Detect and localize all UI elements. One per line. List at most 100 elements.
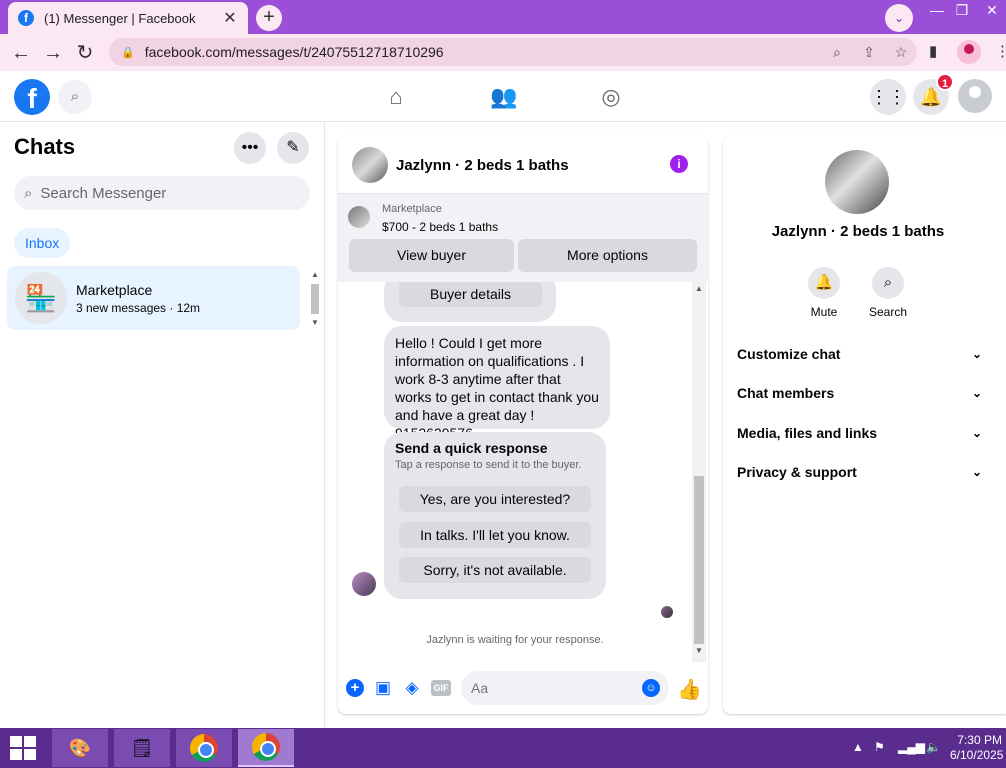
tab-search-chevron-icon[interactable]: ⌄ [885, 4, 913, 32]
chats-title: Chats [14, 134, 76, 159]
inbox-tab[interactable]: Inbox [14, 228, 71, 258]
conversation-panel: Jazlynn · 2 beds 1 baths i Marketplace $… [338, 136, 708, 714]
quick-response-sorry-button[interactable]: Sorry, it's not available. [399, 557, 591, 583]
privacy-support-row[interactable]: Privacy & support ⌄ [737, 460, 982, 484]
plus-icon[interactable]: + [346, 679, 364, 697]
chrome-icon [190, 734, 218, 762]
info-icon[interactable]: i [670, 155, 688, 173]
facebook-logo-icon[interactable]: f [14, 79, 50, 115]
row-label: Chat members [737, 385, 835, 401]
info-name: Jazlynn · 2 beds 1 baths [771, 223, 945, 240]
back-icon[interactable]: ← [8, 40, 34, 66]
chrome-active-app-icon[interactable] [238, 729, 294, 767]
chat-options-icon[interactable]: ••• [234, 132, 266, 164]
conversation-avatar[interactable] [352, 147, 388, 183]
message-input[interactable] [461, 671, 669, 705]
chat-item-name: Marketplace [76, 282, 153, 298]
messenger-search-input[interactable]: ⌕ Search Messenger [14, 176, 310, 210]
side-panel-icon[interactable]: ▮ [929, 42, 937, 60]
buyer-details-button[interactable]: Buyer details [399, 282, 542, 307]
mute-button[interactable]: 🔔 Mute [794, 267, 854, 319]
new-message-icon[interactable]: ✎ [277, 132, 309, 164]
scroll-up-icon[interactable]: ▲ [695, 284, 703, 293]
view-buyer-button[interactable]: View buyer [349, 239, 514, 272]
scroll-down-icon[interactable]: ▼ [695, 646, 703, 655]
url-text: facebook.com/messages/t/2407551271871029… [144, 44, 444, 60]
media-files-row[interactable]: Media, files and links ⌄ [737, 421, 982, 445]
new-tab-button[interactable]: + [256, 5, 282, 31]
browser-toolbar: ← → ↻ 🔒 facebook.com/messages/t/24075512… [0, 34, 1006, 71]
browser-menu-icon[interactable]: ⋮ [995, 42, 1006, 60]
scrollbar-thumb[interactable] [311, 284, 319, 314]
search-icon: ⌕ [872, 267, 904, 299]
scroll-down-icon[interactable]: ▼ [311, 318, 319, 327]
search-icon: ⌕ [24, 184, 33, 202]
flag-icon[interactable]: ⚑ [874, 740, 885, 754]
bookmark-star-icon[interactable]: ☆ [885, 44, 917, 61]
windows-start-icon[interactable] [10, 736, 38, 762]
address-bar[interactable]: 🔒 facebook.com/messages/t/24075512718710… [109, 38, 917, 66]
chevron-down-icon: ⌄ [971, 426, 982, 440]
sticky-notes-app-icon[interactable]: 🗒 [114, 729, 170, 767]
quick-response-yes-button[interactable]: Yes, are you interested? [399, 486, 591, 512]
emoji-icon[interactable]: ☺ [642, 679, 660, 697]
listing-thumbnail [348, 206, 370, 228]
quick-response-talks-button[interactable]: In talks. I'll let you know. [399, 522, 591, 548]
browser-tab-bar: f (1) Messenger | Facebook ✕ + ⌄ — ❐ ✕ [0, 0, 1006, 34]
scrollbar-thumb[interactable] [694, 476, 704, 644]
window-close-icon[interactable]: ✕ [980, 2, 1004, 19]
notification-badge: 1 [936, 73, 954, 91]
paint-app-icon[interactable]: 🎨 [52, 729, 108, 767]
facebook-search-icon[interactable]: ⌕ [58, 80, 92, 114]
tab-close-icon[interactable]: ✕ [222, 8, 238, 28]
tray-overflow-icon[interactable]: ▲ [852, 740, 864, 754]
network-icon[interactable]: ▂▄▆ [898, 740, 925, 754]
menu-grid-icon[interactable]: ⋮⋮ [870, 79, 906, 115]
photo-icon[interactable]: ▣ [373, 678, 393, 698]
reload-icon[interactable]: ↻ [72, 40, 98, 66]
clock-date: 6/10/2025 [950, 748, 1004, 762]
restore-icon[interactable]: ❐ [950, 2, 974, 19]
home-icon[interactable]: ⌂ [382, 83, 410, 111]
thumbs-up-icon[interactable]: 👍 [677, 677, 702, 702]
system-clock[interactable]: 7:30 PM 6/10/2025 [950, 733, 1004, 763]
marketplace-listing-strip: Marketplace $700 - 2 beds 1 baths View b… [338, 194, 708, 282]
message-text: Hello ! Could I get more information on … [395, 335, 599, 441]
search-label: Search [868, 305, 908, 319]
quick-response-subtitle: Tap a response to send it to the buyer. [395, 459, 582, 471]
sticker-icon[interactable]: ◈ [402, 678, 422, 698]
share-icon[interactable]: ⇪ [853, 44, 885, 61]
customize-chat-row[interactable]: Customize chat ⌄ [737, 342, 982, 366]
zoom-icon[interactable]: ⌕ [821, 44, 853, 61]
volume-icon[interactable]: 🔈 [926, 740, 941, 754]
friends-icon[interactable]: 👥 [490, 83, 518, 111]
gif-icon[interactable]: GIF [431, 680, 451, 696]
minimize-icon[interactable]: — [925, 2, 949, 18]
chat-members-row[interactable]: Chat members ⌄ [737, 381, 982, 405]
info-avatar [825, 150, 889, 214]
facebook-header: f ⌕ ⌂ 👥 ◎ ⋮⋮ 🔔 [0, 71, 1006, 122]
search-button[interactable]: ⌕ Search [858, 267, 918, 319]
lock-icon: 🔒 [121, 46, 135, 59]
browser-tab[interactable]: f (1) Messenger | Facebook ✕ [8, 2, 248, 34]
more-options-button[interactable]: More options [518, 239, 697, 272]
forward-icon[interactable]: → [40, 40, 66, 66]
chat-list-scrollbar[interactable]: ▲ ▼ [309, 270, 321, 328]
message-composer: + ▣ ◈ GIF ☺ 👍 [338, 666, 708, 714]
groups-icon[interactable]: ◎ [597, 83, 625, 111]
chevron-down-icon: ⌄ [971, 465, 982, 479]
chevron-down-icon: ⌄ [971, 347, 982, 361]
conversation-scrollbar[interactable]: ▲ ▼ [692, 282, 706, 662]
conversation-name[interactable]: Jazlynn · 2 beds 1 baths [396, 157, 569, 174]
bell-icon: 🔔 [808, 267, 840, 299]
waiting-status: Jazlynn is waiting for your response. [426, 634, 604, 646]
scroll-up-icon[interactable]: ▲ [311, 270, 319, 279]
mute-label: Mute [810, 305, 838, 319]
chats-panel: Chats ••• ✎ ⌕ Search Messenger Inbox 🏪 M… [0, 122, 325, 728]
chat-list-item[interactable]: 🏪 Marketplace 3 new messages · 12m [7, 266, 300, 330]
browser-profile-icon[interactable] [957, 40, 981, 64]
chrome-app-icon[interactable] [176, 729, 232, 767]
clock-time: 7:30 PM [957, 733, 1002, 747]
account-avatar[interactable] [958, 79, 992, 113]
conversation-header: Jazlynn · 2 beds 1 baths i [338, 136, 708, 194]
